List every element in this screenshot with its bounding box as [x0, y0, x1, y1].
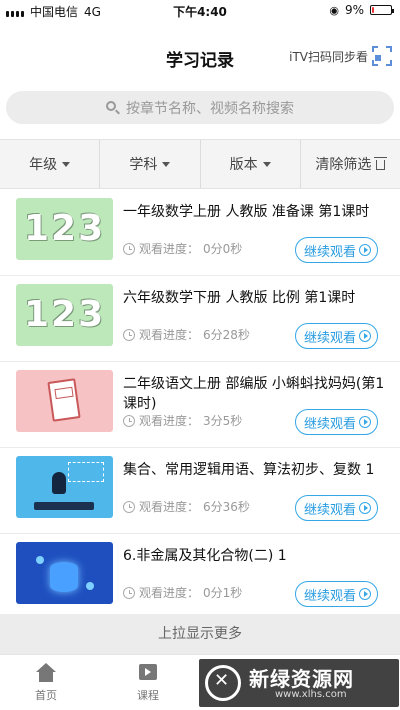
continue-label: 继续观看	[303, 244, 356, 260]
play-icon	[359, 416, 371, 428]
filter-bar: 年级 学科 版本 清除筛选	[0, 139, 400, 189]
video-thumbnail	[16, 370, 113, 432]
continue-label: 继续观看	[303, 588, 356, 604]
continue-watching-button[interactable]: 继续观看	[294, 323, 378, 349]
progress-value: 0分0秒	[203, 242, 243, 256]
record-title: 六年级数学下册 人教版 比例 第1课时	[123, 290, 356, 306]
record-item[interactable]: 123 六年级数学下册 人教版 比例 第1课时 观看进度： 6分28秒 继续观看	[0, 276, 400, 362]
book-illustration	[47, 378, 81, 422]
edition-filter-label: 版本	[229, 157, 258, 173]
tab-course-label: 课程	[137, 689, 159, 702]
watch-progress: 观看进度： 6分36秒	[123, 498, 250, 515]
record-title: 一年级数学上册 人教版 准备课 第1课时	[123, 204, 370, 220]
record-title: 6.非金属及其化合物(二) 1	[123, 548, 287, 564]
clock-icon	[123, 328, 135, 341]
play-icon	[359, 330, 371, 342]
clear-filter-button[interactable]: 清除筛选	[301, 140, 400, 188]
play-icon	[359, 588, 371, 600]
clock-icon	[123, 242, 135, 255]
caret-down-icon	[162, 161, 171, 167]
home-icon	[35, 663, 57, 683]
progress-value: 6分36秒	[203, 500, 250, 514]
watermark-name: 新绿资源网	[249, 667, 354, 691]
bubble-decoration	[86, 582, 94, 590]
tab-home-label: 首页	[35, 689, 57, 702]
progress-value: 0分1秒	[203, 586, 243, 600]
record-item[interactable]: 集合、常用逻辑用语、算法初步、复数 1 观看进度： 6分36秒 继续观看	[0, 448, 400, 534]
clock-icon	[123, 500, 135, 513]
student-illustration	[52, 472, 66, 494]
continue-watching-button[interactable]: 继续观看	[294, 237, 378, 263]
itv-scan-button[interactable]: iTV扫码同步看	[289, 46, 392, 66]
video-thumbnail: 123	[16, 198, 113, 260]
progress-value: 3分5秒	[203, 414, 243, 428]
watch-progress: 观看进度： 3分5秒	[123, 412, 242, 429]
qr-scan-icon	[372, 46, 392, 66]
search-input[interactable]: 按章节名称、视频名称搜索	[6, 91, 394, 124]
grade-filter-dropdown[interactable]: 年级	[0, 140, 101, 188]
watermark-overlay: 新绿资源网 www.xlhs.com	[199, 659, 399, 707]
battery-percent: 9%	[344, 3, 364, 17]
video-thumbnail: 123	[16, 284, 113, 346]
clock-icon	[123, 586, 135, 599]
subject-filter-dropdown[interactable]: 学科	[100, 140, 201, 188]
video-thumbnail	[16, 542, 113, 604]
record-item[interactable]: 6.非金属及其化合物(二) 1 观看进度： 0分1秒 继续观看	[0, 534, 400, 620]
bubble-decoration	[36, 556, 44, 564]
progress-label: 观看进度：	[139, 500, 200, 514]
clock-icon	[123, 414, 135, 427]
video-thumbnail	[16, 456, 113, 518]
nav-bar: 学习记录 iTV扫码同步看	[0, 36, 400, 80]
watermark-url: www.xlhs.com	[275, 689, 347, 700]
record-title: 集合、常用逻辑用语、算法初步、复数 1	[123, 462, 375, 478]
battery-icon	[370, 5, 394, 15]
watch-progress: 观看进度： 0分0秒	[123, 240, 242, 257]
status-bar: 中国电信 4G 下午4:40 ◉ 9%	[0, 0, 400, 20]
continue-watching-button[interactable]: 继续观看	[294, 495, 378, 521]
continue-label: 继续观看	[303, 330, 356, 346]
play-icon	[359, 502, 371, 514]
record-item[interactable]: 123 一年级数学上册 人教版 准备课 第1课时 观看进度： 0分0秒 继续观看	[0, 190, 400, 276]
watch-progress: 观看进度： 0分1秒	[123, 584, 242, 601]
record-item[interactable]: 二年级语文上册 部编版 小蝌蚪找妈妈(第1课时) 观看进度： 3分5秒 继续观看	[0, 362, 400, 448]
orientation-lock-icon: ◉	[329, 3, 339, 17]
watch-progress: 观看进度： 6分28秒	[123, 326, 250, 343]
watermark-logo-icon	[205, 665, 241, 701]
tab-home[interactable]: 首页	[16, 663, 76, 703]
clear-filter-label: 清除筛选	[315, 157, 372, 173]
glowing-cylinder-illustration	[50, 562, 78, 592]
edition-filter-dropdown[interactable]: 版本	[201, 140, 301, 188]
play-icon	[359, 244, 371, 256]
record-title: 二年级语文上册 部编版 小蝌蚪找妈妈(第1课时)	[123, 376, 385, 412]
progress-label: 观看进度：	[139, 586, 200, 600]
search-placeholder: 按章节名称、视频名称搜索	[126, 100, 294, 117]
continue-watching-button[interactable]: 继续观看	[294, 409, 378, 435]
thumbnail-number-art: 123	[24, 294, 106, 335]
continue-label: 继续观看	[303, 416, 356, 432]
grade-filter-label: 年级	[29, 157, 58, 173]
continue-label: 继续观看	[303, 502, 356, 518]
chalkboard-illustration	[68, 462, 104, 482]
desk-illustration	[34, 502, 94, 510]
course-play-icon	[137, 663, 159, 683]
search-icon	[106, 100, 120, 115]
progress-label: 观看进度：	[139, 328, 200, 342]
progress-value: 6分28秒	[203, 328, 250, 342]
caret-down-icon	[62, 161, 71, 167]
tab-course[interactable]: 课程	[118, 663, 178, 703]
thumbnail-number-art: 123	[24, 208, 106, 249]
subject-filter-label: 学科	[129, 157, 158, 173]
trash-icon	[374, 157, 388, 170]
load-more-hint: 上拉显示更多	[0, 614, 400, 654]
continue-watching-button[interactable]: 继续观看	[294, 581, 378, 607]
caret-down-icon	[262, 161, 271, 167]
progress-label: 观看进度：	[139, 242, 200, 256]
itv-scan-label: iTV扫码同步看	[289, 49, 368, 64]
progress-label: 观看进度：	[139, 414, 200, 428]
